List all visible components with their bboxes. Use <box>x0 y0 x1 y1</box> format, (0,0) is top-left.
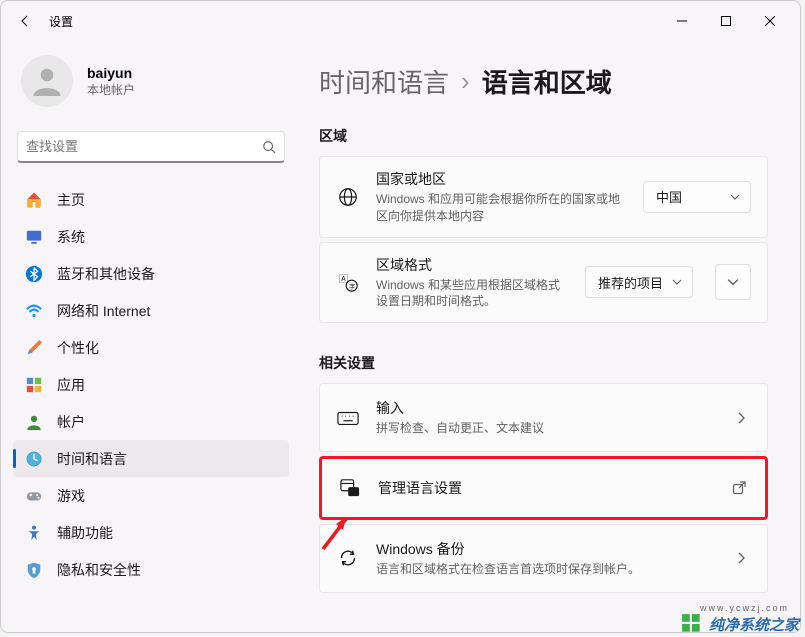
window-title: 设置 <box>49 13 73 30</box>
sidebar-item-label: 时间和语言 <box>57 449 127 469</box>
card-admin-language[interactable]: 管理语言设置 <box>319 456 768 520</box>
chevron-down-icon <box>727 276 739 288</box>
chevron-right-icon <box>731 412 751 424</box>
sidebar-item-privacy[interactable]: 隐私和安全性 <box>13 551 289 588</box>
watermark-text: 纯净系统之家 <box>709 614 799 635</box>
sidebar-item-label: 游戏 <box>57 486 85 506</box>
section-header-region: 区域 <box>319 126 768 146</box>
close-button[interactable] <box>748 5 792 37</box>
chevron-right-icon <box>731 552 751 564</box>
card-windows-backup[interactable]: Windows 备份 语言和区域格式在检查语言首选项时保存到帐户。 <box>319 524 768 593</box>
sidebar-item-system[interactable]: 系统 <box>13 218 289 255</box>
search-box[interactable] <box>17 131 285 163</box>
breadcrumb-current: 语言和区域 <box>482 63 612 100</box>
sidebar-item-home[interactable]: 主页 <box>13 181 289 218</box>
clock-globe-icon <box>25 450 43 468</box>
sidebar-item-bluetooth[interactable]: 蓝牙和其他设备 <box>13 255 289 292</box>
card-desc: Windows 和某些应用根据区域格式设置日期和时间格式。 <box>376 277 569 311</box>
country-dropdown[interactable]: 中国 <box>643 181 751 213</box>
card-title: Windows 备份 <box>376 539 715 559</box>
watermark-url: www.ycwzj.com <box>700 603 789 613</box>
titlebar: 设置 <box>1 1 800 41</box>
sidebar-item-label: 辅助功能 <box>57 523 113 543</box>
sidebar-item-label: 蓝牙和其他设备 <box>57 264 155 284</box>
window-folder-icon <box>338 476 362 500</box>
maximize-button[interactable] <box>704 5 748 37</box>
section-header-related: 相关设置 <box>319 353 768 373</box>
brush-icon <box>25 339 43 357</box>
sidebar-item-label: 系统 <box>57 227 85 247</box>
bluetooth-icon <box>25 265 43 283</box>
card-title: 输入 <box>376 398 715 418</box>
sidebar-item-network[interactable]: 网络和 Internet <box>13 292 289 329</box>
sidebar-item-time-language[interactable]: 时间和语言 <box>13 440 289 477</box>
breadcrumb-parent[interactable]: 时间和语言 <box>319 63 449 100</box>
gamepad-icon <box>25 487 43 505</box>
sidebar-item-label: 隐私和安全性 <box>57 560 141 580</box>
username: baiyun <box>87 65 135 81</box>
sidebar-item-label: 个性化 <box>57 338 99 358</box>
sidebar-item-accounts[interactable]: 帐户 <box>13 403 289 440</box>
card-country: 国家或地区 Windows 和应用可能会根据你所在的国家或地区向你提供本地内容 … <box>319 156 768 238</box>
keyboard-icon <box>336 406 360 430</box>
external-link-icon <box>729 481 749 495</box>
breadcrumb: 时间和语言 › 语言和区域 <box>319 63 768 100</box>
dropdown-value: 中国 <box>656 187 682 206</box>
watermark: 纯净系统之家 <box>681 613 799 635</box>
card-title: 管理语言设置 <box>378 478 713 498</box>
card-desc: 拼写检查、自动更正、文本建议 <box>376 420 715 437</box>
language-format-icon: 🄰字 <box>336 270 360 294</box>
chevron-down-icon <box>672 277 682 287</box>
sidebar-item-apps[interactable]: 应用 <box>13 366 289 403</box>
sidebar-item-gaming[interactable]: 游戏 <box>13 477 289 514</box>
sidebar-item-label: 帐户 <box>57 412 85 432</box>
format-dropdown[interactable]: 推荐的项目 <box>585 266 693 298</box>
minimize-button[interactable] <box>660 5 704 37</box>
person-icon <box>25 413 43 431</box>
card-regional-format: 🄰字 区域格式 Windows 和某些应用根据区域格式设置日期和时间格式。 推荐… <box>319 242 768 324</box>
watermark-logo-icon <box>681 613 703 635</box>
account-type: 本地帐户 <box>87 81 135 98</box>
expand-button[interactable] <box>715 264 751 300</box>
apps-icon <box>25 376 43 394</box>
globe-icon <box>336 185 360 209</box>
sidebar-item-label: 网络和 Internet <box>57 301 150 321</box>
system-icon <box>25 228 43 246</box>
sidebar: baiyun 本地帐户 主页 系统 <box>1 41 301 632</box>
dropdown-value: 推荐的项目 <box>598 273 663 292</box>
chevron-right-icon: › <box>461 66 470 97</box>
back-button[interactable] <box>9 5 41 37</box>
sidebar-item-label: 主页 <box>57 190 85 210</box>
chevron-down-icon <box>730 192 740 202</box>
card-desc: 语言和区域格式在检查语言首选项时保存到帐户。 <box>376 561 715 578</box>
card-title: 国家或地区 <box>376 169 627 189</box>
svg-text:字: 字 <box>349 282 355 291</box>
profile-block[interactable]: baiyun 本地帐户 <box>13 41 289 131</box>
sync-icon <box>336 546 360 570</box>
accessibility-icon <box>25 524 43 542</box>
search-icon <box>262 140 276 154</box>
sidebar-item-label: 应用 <box>57 375 85 395</box>
shield-icon <box>25 561 43 579</box>
search-input[interactable] <box>26 139 262 154</box>
sidebar-item-personalization[interactable]: 个性化 <box>13 329 289 366</box>
card-desc: Windows 和应用可能会根据你所在的国家或地区向你提供本地内容 <box>376 191 627 225</box>
avatar <box>21 55 73 107</box>
main-content: 时间和语言 › 语言和区域 区域 国家或地区 Windows 和应用可能会根据你… <box>301 41 800 632</box>
card-typing[interactable]: 输入 拼写检查、自动更正、文本建议 <box>319 383 768 452</box>
sidebar-item-accessibility[interactable]: 辅助功能 <box>13 514 289 551</box>
wifi-icon <box>25 302 43 320</box>
card-title: 区域格式 <box>376 255 569 275</box>
home-icon <box>25 191 43 209</box>
